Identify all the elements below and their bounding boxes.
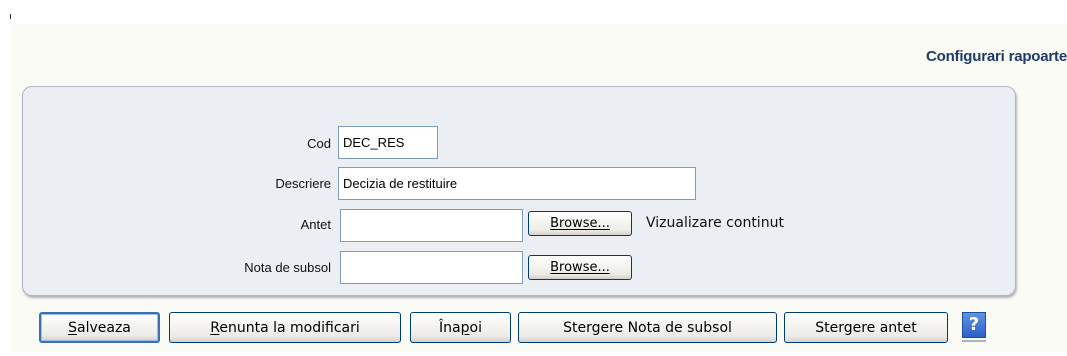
discard-label-rest: enunta la modificari — [219, 319, 360, 336]
descriere-input[interactable] — [338, 167, 696, 200]
antet-browse-button[interactable]: Browse... — [528, 211, 632, 236]
back-button[interactable]: Înapoi — [410, 312, 511, 343]
discard-changes-button[interactable]: Renunta la modificari — [169, 312, 401, 343]
delete-header-button[interactable]: Stergere antet — [784, 312, 948, 343]
save-access-key: S — [68, 319, 77, 336]
nota-subsol-label: Nota de subsol — [244, 260, 331, 275]
help-icon-underline — [962, 340, 986, 342]
descriere-label: Descriere — [275, 176, 331, 191]
page-title: Configurari rapoarte — [925, 48, 1067, 65]
help-icon[interactable]: ? — [962, 312, 986, 338]
back-access-key: p — [460, 319, 470, 336]
back-label-prefix: Îna — [439, 319, 461, 336]
nota-subsol-input[interactable] — [340, 251, 523, 284]
antet-label: Antet — [300, 217, 331, 232]
antet-input[interactable] — [340, 209, 523, 242]
delete-footer-button[interactable]: Stergere Nota de subsol — [518, 312, 777, 343]
cod-input[interactable] — [338, 126, 438, 159]
save-label-rest: alveaza — [77, 319, 131, 336]
back-label-suffix: oi — [469, 319, 482, 336]
vizualizare-continut-link[interactable]: Vizualizare continut — [646, 215, 784, 231]
save-button[interactable]: Salveaza — [39, 312, 160, 343]
edge-tick — [10, 14, 11, 19]
discard-access-key: R — [210, 319, 220, 336]
cod-label: Cod — [307, 136, 331, 151]
nota-subsol-browse-button[interactable]: Browse... — [528, 255, 632, 280]
